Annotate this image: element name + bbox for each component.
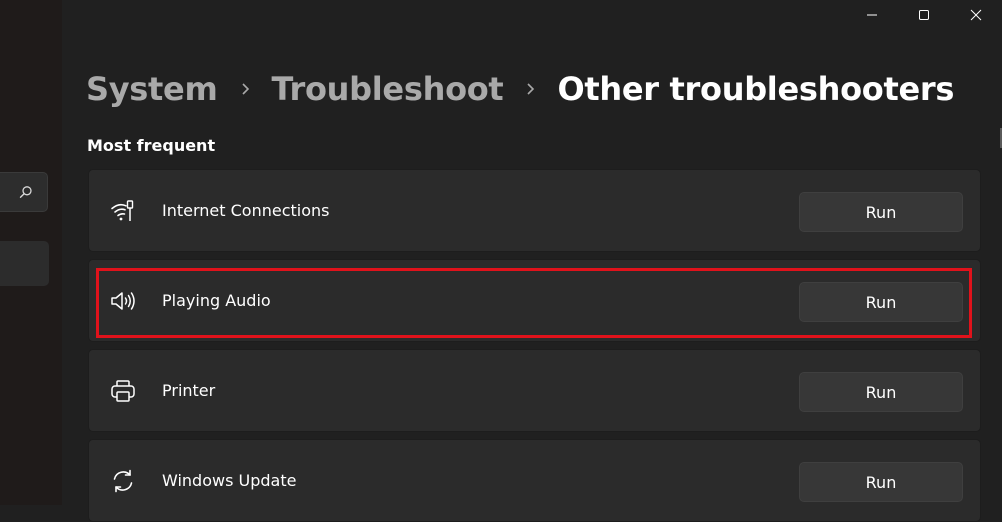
search-icon: [19, 186, 32, 199]
run-printer-button[interactable]: Run: [799, 372, 963, 412]
close-icon: [970, 9, 982, 21]
breadcrumb: System Troubleshoot Other troubleshooter…: [86, 66, 954, 112]
maximize-button[interactable]: [898, 0, 950, 30]
troubleshooter-windows-update: Windows Update Run: [88, 439, 981, 522]
speaker-icon: [111, 292, 135, 310]
search-box[interactable]: [0, 172, 48, 212]
maximize-icon: [919, 10, 929, 20]
run-windows-update-button[interactable]: Run: [799, 462, 963, 502]
troubleshooter-label: Playing Audio: [162, 291, 271, 310]
close-button[interactable]: [950, 0, 1002, 30]
window-controls: [846, 0, 1002, 30]
minimize-icon: [867, 14, 877, 16]
wifi-ethernet-icon: [111, 200, 134, 221]
troubleshooter-label: Printer: [162, 381, 216, 400]
chevron-right-icon: [241, 83, 249, 95]
troubleshooter-printer: Printer Run: [88, 349, 981, 432]
breadcrumb-system[interactable]: System: [86, 70, 218, 108]
run-internet-connections-button[interactable]: Run: [799, 192, 963, 232]
breadcrumb-troubleshoot[interactable]: Troubleshoot: [272, 70, 504, 108]
nav-item-selected[interactable]: [0, 241, 49, 286]
minimize-button[interactable]: [846, 0, 898, 30]
section-title: Most frequent: [87, 136, 216, 155]
troubleshooter-playing-audio: Playing Audio Run: [88, 259, 981, 342]
sync-icon: [113, 469, 133, 493]
troubleshooter-label: Windows Update: [162, 471, 297, 490]
troubleshooter-internet-connections: Internet Connections Run: [88, 169, 981, 252]
chevron-right-icon: [527, 83, 535, 95]
printer-icon: [111, 380, 135, 402]
navigation-pane: [0, 0, 62, 505]
run-playing-audio-button[interactable]: Run: [799, 282, 963, 322]
troubleshooter-label: Internet Connections: [162, 201, 330, 220]
page-title: Other troubleshooters: [557, 70, 955, 108]
